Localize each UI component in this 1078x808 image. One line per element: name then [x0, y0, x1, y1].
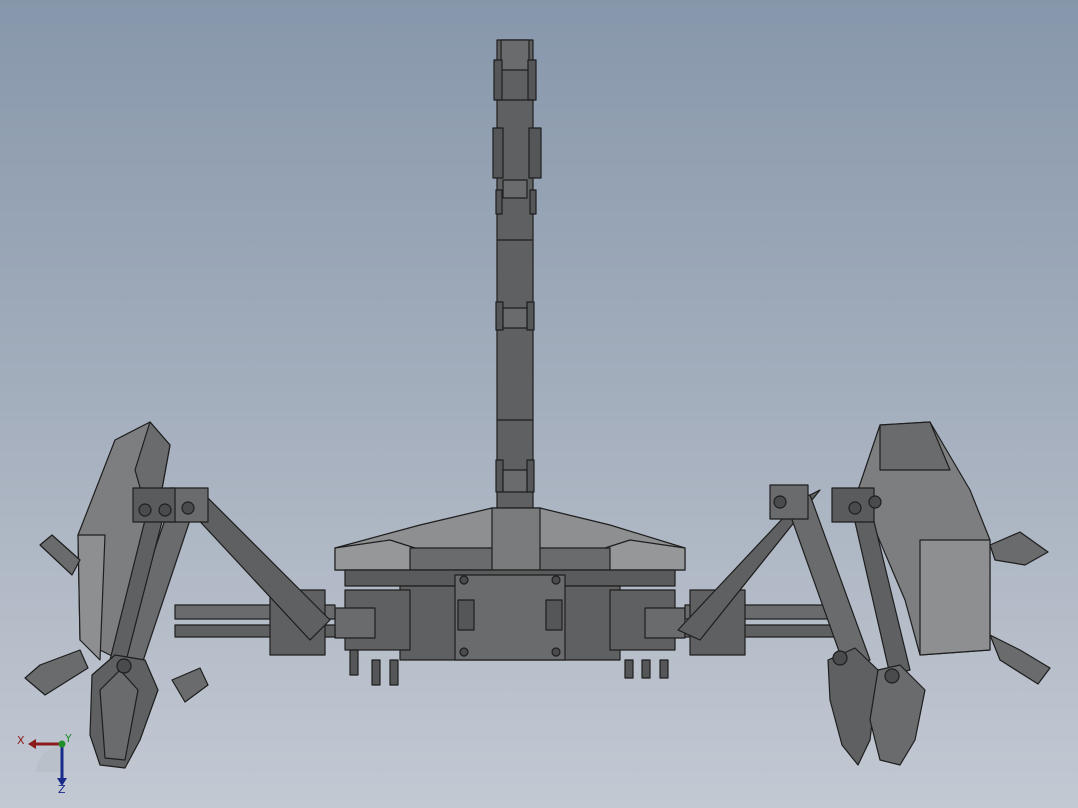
x-axis-arrowhead — [28, 739, 36, 749]
triad-plane-shading — [36, 746, 62, 772]
left-leg-assembly[interactable] — [24, 421, 331, 769]
x-axis-label: X — [17, 734, 25, 747]
cad-graphics-viewport[interactable]: X Y Z — [0, 0, 1078, 808]
crab-robot-model[interactable] — [0, 0, 1078, 808]
y-axis-label: Y — [64, 732, 72, 745]
axis-triad: X Y Z — [17, 732, 72, 794]
chassis-body[interactable] — [334, 507, 686, 686]
z-axis-label: Z — [58, 783, 66, 794]
right-leg-assembly[interactable] — [677, 421, 1051, 766]
